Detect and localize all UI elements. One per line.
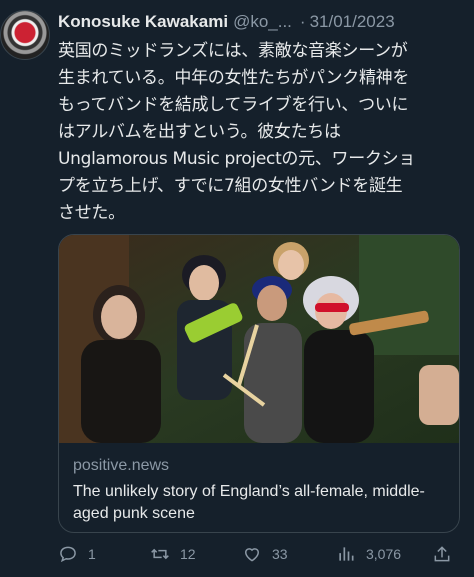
heart-icon (244, 548, 260, 562)
retweet-button[interactable]: 12 (150, 540, 196, 568)
card-title[interactable]: The unlikely story of England’s all-fema… (73, 481, 449, 525)
reply-button[interactable]: 1 (58, 540, 96, 568)
tweet-date[interactable]: 31/01/2023 (310, 12, 395, 31)
like-button[interactable]: 33 (242, 540, 288, 568)
views-button[interactable]: 3,076 (336, 540, 401, 568)
reply-count: 1 (88, 546, 96, 562)
views-count: 3,076 (366, 546, 402, 562)
share-button[interactable] (432, 540, 452, 568)
retweet-count: 12 (180, 546, 196, 562)
share-icon (434, 546, 450, 562)
like-count: 33 (272, 546, 288, 562)
tweet-actions: 1 12 33 3,076 (58, 540, 468, 568)
header-separator: · (299, 12, 306, 31)
card-domain: positive.news (73, 457, 170, 474)
author-avatar[interactable] (0, 10, 50, 60)
author-handle[interactable]: @ko_... (233, 12, 292, 31)
tweet-header: Konosuke Kawakami @ko_... · 31/01/2023 (58, 12, 468, 36)
reply-icon (60, 546, 76, 563)
retweet-icon (151, 548, 169, 560)
author-name[interactable]: Konosuke Kawakami (58, 12, 228, 31)
card-photo (59, 235, 459, 443)
tweet-text: 英国のミッドランズには、素敵な音楽シーンが 生まれている。中年の女性たちがパンク… (58, 41, 416, 223)
link-card[interactable]: positive.news The unlikely story of Engl… (58, 234, 460, 533)
views-icon (339, 547, 354, 561)
